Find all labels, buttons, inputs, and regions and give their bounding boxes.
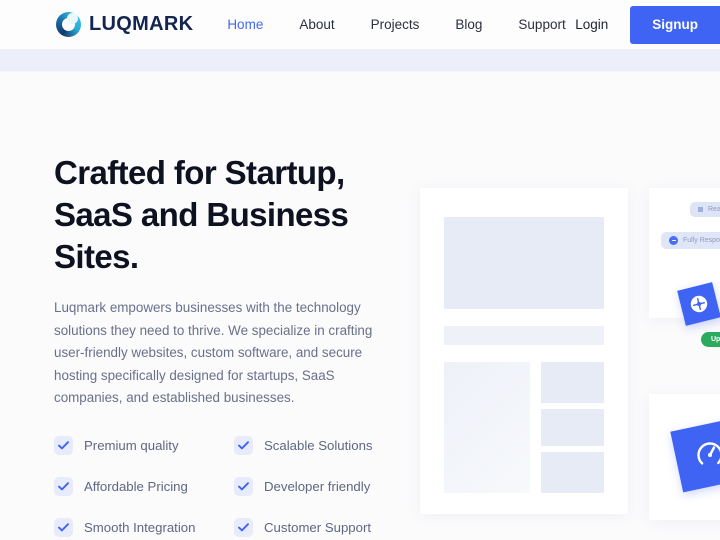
signup-button[interactable]: Signup <box>630 5 720 44</box>
skeleton-tile <box>541 362 604 403</box>
brand-name: LUQMARK <box>89 13 194 35</box>
feature-label: Affordable Pricing <box>84 478 188 494</box>
feature-item: Developer friendly <box>234 476 414 496</box>
badge-ready-to-use: Ready to us <box>690 202 720 217</box>
brand-logo[interactable]: LUQMARK <box>56 12 193 37</box>
check-icon <box>54 476 73 496</box>
nav-links: Home About Projects Blog Support <box>227 17 565 32</box>
feature-item: Premium quality <box>54 435 234 455</box>
check-icon <box>54 435 73 455</box>
feature-label: Scalable Solutions <box>264 437 373 453</box>
badge-fully-responsive: Fully Responsive <box>661 232 720 249</box>
check-icon <box>234 435 253 455</box>
navbar: LUQMARK Home About Projects Blog Support… <box>0 0 720 50</box>
crosshair-icon-tile <box>677 282 720 326</box>
hero-description: Luqmark empowers businesses with the tec… <box>54 300 373 405</box>
feature-list: Premium quality Scalable Solutions Affor… <box>54 435 409 537</box>
responsive-icon <box>669 236 678 245</box>
skeleton-left-block <box>444 362 530 493</box>
skeleton-hero-block <box>444 217 604 309</box>
hero-illustration: Ready to us Fully Responsive ✧ Update No… <box>420 188 720 540</box>
feature-label: Customer Support <box>264 519 372 535</box>
feature-item: Scalable Solutions <box>234 435 414 455</box>
feature-label: Premium quality <box>84 437 179 453</box>
accent-band <box>0 50 720 72</box>
nav-item-blog[interactable]: Blog <box>455 17 482 32</box>
nav-item-about[interactable]: About <box>299 17 334 32</box>
feature-label: Developer friendly <box>264 478 371 494</box>
skeleton-tile <box>541 452 604 493</box>
badge-label: Fully Responsive <box>683 237 720 244</box>
skeleton-bar <box>444 326 604 345</box>
hero-content: Crafted for Startup, SaaS and Business S… <box>54 152 409 537</box>
check-icon <box>54 517 73 537</box>
check-icon <box>234 476 253 496</box>
feature-item: Affordable Pricing <box>54 476 234 496</box>
login-link[interactable]: Login <box>575 17 608 32</box>
square-icon <box>698 207 703 212</box>
nav-item-support[interactable]: Support <box>518 17 565 32</box>
luqmark-circle-logo-icon <box>56 12 81 37</box>
nav-item-projects[interactable]: Projects <box>371 17 420 32</box>
feature-item: Smooth Integration <box>54 517 234 537</box>
feature-item: Customer Support <box>234 517 414 537</box>
nav-right-actions: Login Signup <box>575 0 720 50</box>
page-title: Crafted for Startup, SaaS and Business S… <box>54 154 349 275</box>
badge-update-now[interactable]: Update Now <box>701 332 720 347</box>
feature-label: Smooth Integration <box>84 519 196 535</box>
check-icon <box>234 517 253 537</box>
skeleton-tile <box>541 409 604 446</box>
nav-item-home[interactable]: Home <box>227 17 263 32</box>
mockup-card-main <box>420 188 628 514</box>
badge-label: Ready to us <box>708 206 720 213</box>
